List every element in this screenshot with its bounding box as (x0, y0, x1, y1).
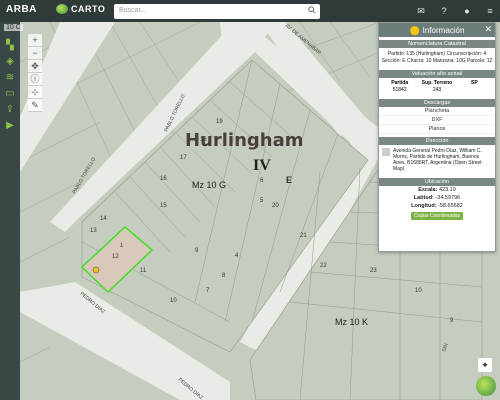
val-sup: 243 (432, 87, 442, 93)
address-header: Dirección (379, 137, 495, 145)
top-bar: ARBA CARTO Buscar... ✉ ? ● ≡ (0, 0, 500, 22)
carto-logo: CARTO (56, 4, 105, 14)
lat-row-label: Latitud: (413, 195, 434, 201)
parcel-13: 13 (90, 228, 97, 234)
parcel-10k-21: 21 (300, 233, 307, 239)
parcel-10k-22: 22 (320, 263, 327, 269)
help-icon[interactable]: ? (438, 5, 450, 17)
close-icon[interactable]: ✕ (484, 24, 492, 35)
copy-coordinates-button[interactable]: Copiar Coordenadas (411, 212, 463, 220)
val-partida: 51842 (392, 87, 407, 93)
measure-icon[interactable]: ⊹ (28, 86, 42, 99)
nomen-text: Partido: 135 (Hurlingham) Circunscripció… (381, 51, 493, 64)
parcel-14: 14 (100, 216, 107, 222)
download-dxf[interactable]: DXF (379, 116, 495, 125)
video-icon[interactable]: ▶ (3, 120, 17, 132)
info-panel: ⬤ Información ✕ Nomenclatura Catastral P… (378, 22, 496, 252)
info-tool-icon[interactable]: ⓘ (28, 73, 42, 86)
downloads-header: Descargas (379, 99, 495, 107)
pan-icon[interactable]: ✥ (28, 60, 42, 73)
parcel-17: 17 (180, 155, 187, 161)
parcel-15: 15 (160, 203, 167, 209)
lon-row-value: -58.65682 (438, 203, 463, 209)
left-toolbar: ▚ ◈ ≋ ▭ ⇪ ▶ (0, 22, 20, 400)
address-text: Avenida General Pedro Díaz, William C. M… (393, 148, 482, 172)
val-col-sp: SP (470, 80, 478, 86)
menu-icon[interactable]: ≡ (484, 5, 496, 17)
nomen-header: Nomenclatura Catastral (379, 40, 495, 48)
parcel-10: 10 (170, 298, 177, 304)
parcel-10k-20: 20 (272, 203, 279, 209)
zoom-in-icon[interactable]: + (28, 34, 42, 47)
print-icon[interactable]: ▭ (3, 88, 17, 100)
parcel-19: 19 (216, 119, 223, 125)
scale-row: Escala: 423.19 (379, 186, 495, 194)
val-sp (456, 87, 493, 94)
location-pin-icon: ⬤ (409, 24, 420, 35)
selected-pin-icon (92, 266, 100, 274)
search-input[interactable]: Buscar... (114, 4, 320, 19)
panel-title: Información (422, 25, 465, 35)
share-icon[interactable]: ⇪ (3, 104, 17, 116)
parcel-18: 18 (200, 137, 207, 143)
download-planos[interactable]: Planos (379, 125, 495, 134)
mz-main-label: Mz 10 G (192, 180, 226, 190)
lat-row-value: -34.59796 (435, 195, 461, 201)
search-icon[interactable] (308, 6, 316, 14)
address-block: Avenida General Pedro Díaz, William C. M… (379, 145, 495, 175)
panel-header: ⬤ Información ✕ (379, 23, 495, 37)
section-label: E (286, 175, 292, 185)
scale-row-value: 423.19 (438, 187, 456, 193)
map-thumbnail-icon (382, 148, 390, 156)
search-placeholder: Buscar... (119, 7, 147, 14)
compass-icon[interactable]: ✦ (478, 358, 492, 372)
mail-icon[interactable]: ✉ (415, 5, 427, 17)
circ-label: IV (253, 157, 271, 174)
valuation-header: Valuación año actual (379, 70, 495, 78)
layers-stack-icon[interactable]: ≋ (3, 72, 17, 84)
mz-other-label: Mz 10 K (335, 317, 368, 327)
valuation-table: Partida Sup. Terreno SP 51842 243 (379, 78, 495, 96)
parcel-10k-23: 23 (370, 268, 377, 274)
carto-logo-text: CARTO (71, 4, 106, 14)
lat-row: Latitud: -34.59796 (379, 194, 495, 202)
parcel-16: 16 (160, 176, 167, 182)
scale-label: 10 C (4, 24, 23, 31)
layers-icon[interactable]: ◈ (3, 56, 17, 68)
parcel-10k-10: 10 (415, 288, 422, 294)
carto-globe-icon (56, 4, 68, 14)
lon-row-label: Longitud: (411, 203, 437, 209)
parcel-icon[interactable]: ▚ (3, 40, 17, 52)
val-col-partida: Partida (391, 80, 409, 86)
user-icon[interactable]: ● (461, 5, 473, 17)
selected-parcel-number: 12 (112, 254, 119, 260)
map-controls: + − ✥ ⓘ ⊹ ✎ (28, 34, 42, 112)
toolbar-icons: ✉ ? ● ≡ (415, 5, 496, 17)
lon-row: Longitud: -58.65682 (379, 202, 495, 210)
val-col-sup: Sup. Terreno (421, 80, 453, 86)
download-plancheta[interactable]: Plancheta (379, 107, 495, 116)
location-header: Ubicación (379, 178, 495, 186)
arba-logo: ARBA (6, 4, 37, 15)
parcel-11: 11 (140, 268, 147, 274)
zoom-out-icon[interactable]: − (28, 47, 42, 60)
draw-icon[interactable]: ✎ (28, 99, 42, 112)
scale-row-label: Escala: (418, 187, 438, 193)
carto-globe-icon-bottom[interactable] (476, 376, 496, 396)
